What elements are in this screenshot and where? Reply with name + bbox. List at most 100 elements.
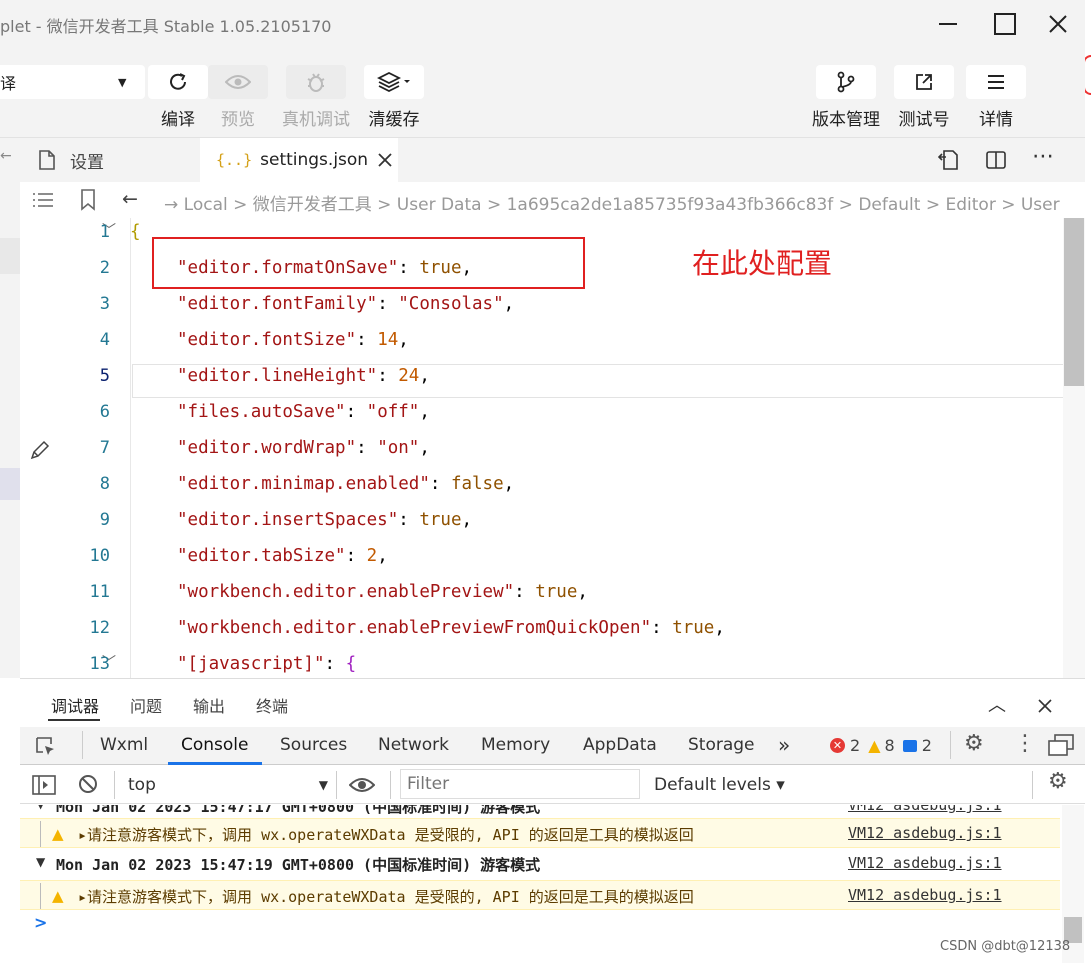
issue-counters[interactable]: ✕ 2 ▲ 8 2	[830, 736, 932, 755]
undock-icon[interactable]	[1048, 734, 1074, 756]
panel-tab-problems[interactable]: 问题	[130, 693, 162, 717]
code-editor[interactable]: ﹀ ﹀ 1{2 "editor.formatOnSave": true, 3 "edi…	[20, 218, 1065, 678]
details-button[interactable]	[966, 65, 1026, 99]
clear-console-icon[interactable]	[78, 774, 98, 794]
tab-settings-json-label: settings.json	[260, 150, 369, 170]
compile-button[interactable]	[148, 65, 208, 99]
filter-input[interactable]	[400, 769, 640, 799]
settings-gear-icon[interactable]: ⚙	[964, 731, 984, 756]
line-number: 9	[99, 510, 110, 530]
maximize-button[interactable]	[982, 6, 1028, 42]
source-link[interactable]: VM12 asdebug.js:1	[848, 854, 1002, 872]
line-number: 11	[89, 582, 110, 602]
tab-memory[interactable]: Memory	[481, 735, 550, 755]
json-key: "editor.wordWrap"	[177, 438, 357, 458]
expand-triangle-icon: ▼	[36, 855, 46, 869]
json-value: true	[672, 618, 715, 638]
eye-icon	[225, 75, 251, 89]
json-value: false	[450, 474, 504, 494]
scrollbar-thumb[interactable]	[1064, 218, 1084, 386]
console-warning-row[interactable]: ▲ ▸请注意游客模式下，调用 wx.operateWXData 是受限的, API…	[20, 818, 1060, 848]
json-value: 24	[398, 366, 420, 386]
console-group-row[interactable]: ▼ Mon Jan 02 2023 15:47:19 GMT+0800 (中国标准…	[20, 849, 1060, 879]
close-tab-icon[interactable]	[378, 153, 392, 167]
minimize-button[interactable]	[925, 6, 971, 42]
split-editor-icon[interactable]	[986, 150, 1006, 174]
mode-select[interactable]: 译 ▼	[0, 65, 145, 99]
watermark: CSDN @dbt@12138	[940, 939, 1071, 954]
json-value: true	[419, 510, 462, 530]
active-tab-indicator	[168, 762, 262, 765]
refresh-icon	[170, 73, 186, 90]
more-tabs-icon[interactable]: »	[778, 733, 790, 757]
editor-tabs: 设置 {..} settings.json ⋯	[20, 138, 1085, 182]
json-value: "on"	[377, 438, 420, 458]
chevron-down-icon: ▼	[118, 75, 127, 89]
preview-button[interactable]	[208, 65, 268, 99]
panel-tab-output[interactable]: 输出	[193, 693, 225, 717]
code-line: "editor.wordWrap": "on",	[177, 438, 430, 458]
source-link[interactable]: VM12 asdebug.js:1	[848, 824, 1002, 842]
chevron-up-icon[interactable]: ︿	[988, 691, 1006, 717]
tab-storage[interactable]: Storage	[688, 735, 755, 755]
context-select-value: top	[128, 775, 156, 795]
json-value: true	[535, 582, 578, 602]
line-number: 12	[89, 618, 110, 638]
panel-tab-terminal[interactable]: 终端	[256, 693, 288, 717]
tab-wxml[interactable]: Wxml	[100, 735, 148, 755]
close-panel-icon[interactable]	[1038, 699, 1052, 713]
json-key: "[javascript]"	[177, 654, 325, 674]
open-settings-ui-icon[interactable]	[937, 149, 960, 175]
source-link[interactable]: VM12 asdebug.js:1	[848, 886, 1002, 904]
details-label: 详情	[979, 110, 1013, 130]
highlight-box	[152, 237, 585, 289]
sidebar-row-selected[interactable]	[0, 468, 20, 500]
json-value: {	[345, 654, 357, 674]
back-arrow-icon[interactable]: ←	[122, 188, 138, 210]
remote-debug-button[interactable]	[286, 65, 346, 99]
json-value: 14	[377, 330, 399, 350]
console-message: Mon Jan 02 2023 15:47:17 GMT+0800 (中国标准时…	[56, 805, 541, 816]
kebab-menu-icon[interactable]: ⋮	[1014, 731, 1036, 756]
layers-icon	[377, 71, 410, 93]
tab-sources[interactable]: Sources	[280, 735, 347, 755]
branch-icon	[837, 71, 855, 93]
log-levels-select[interactable]: Default levels ▾	[654, 775, 785, 795]
test-account-button[interactable]	[894, 65, 954, 99]
inspect-icon[interactable]	[34, 735, 56, 757]
code-line: "editor.insertSpaces": true,	[177, 510, 473, 530]
console-warning-row[interactable]: ▲ ▸请注意游客模式下，调用 wx.operateWXData 是受限的, API…	[20, 880, 1060, 910]
collapse-arrow-icon[interactable]: ←	[0, 148, 12, 164]
tab-settings-json[interactable]: {..} settings.json	[200, 138, 398, 182]
line-number: 10	[89, 546, 110, 566]
tab-console[interactable]: Console	[181, 735, 249, 755]
clear-cache-label: 清缓存	[368, 110, 420, 130]
line-number: 8	[99, 474, 110, 494]
panel-tab-debugger[interactable]: 调试器	[51, 693, 99, 717]
pencil-icon[interactable]	[30, 440, 50, 460]
tab-settings[interactable]: 设置	[20, 138, 200, 182]
sidebar-row[interactable]	[0, 238, 20, 274]
sidebar-toggle-icon[interactable]	[32, 774, 56, 796]
close-window-button[interactable]	[1035, 6, 1081, 42]
code-line: {	[130, 222, 141, 242]
breadcrumb: ← → Local > 微信开发者工具 > User Data > 1a695c…	[20, 182, 1085, 218]
console-prompt-icon[interactable]: >	[34, 913, 47, 932]
tab-network[interactable]: Network	[378, 735, 449, 755]
json-value: "Consolas"	[398, 294, 504, 314]
editor-scrollbar[interactable]	[1063, 218, 1085, 678]
menu-icon	[988, 75, 1004, 89]
version-control-button[interactable]	[816, 65, 876, 99]
bookmark-icon[interactable]	[80, 189, 96, 211]
tab-appdata[interactable]: AppData	[583, 735, 657, 755]
source-link[interactable]: VM12 asdebug.js:1	[848, 805, 1002, 814]
clear-cache-button[interactable]	[364, 65, 424, 99]
more-actions-icon[interactable]: ⋯	[1032, 144, 1054, 169]
console-output: ▼ Mon Jan 02 2023 15:47:17 GMT+0800 (中国标准…	[20, 805, 1060, 963]
eye-icon[interactable]	[349, 776, 375, 794]
code-line: "files.autoSave": "off",	[177, 402, 430, 422]
context-select[interactable]: top ▼	[120, 772, 328, 798]
console-group-row[interactable]: ▼ Mon Jan 02 2023 15:47:17 GMT+0800 (中国标准…	[20, 805, 1060, 817]
list-icon[interactable]	[32, 192, 54, 208]
console-settings-gear-icon[interactable]: ⚙	[1048, 769, 1068, 794]
